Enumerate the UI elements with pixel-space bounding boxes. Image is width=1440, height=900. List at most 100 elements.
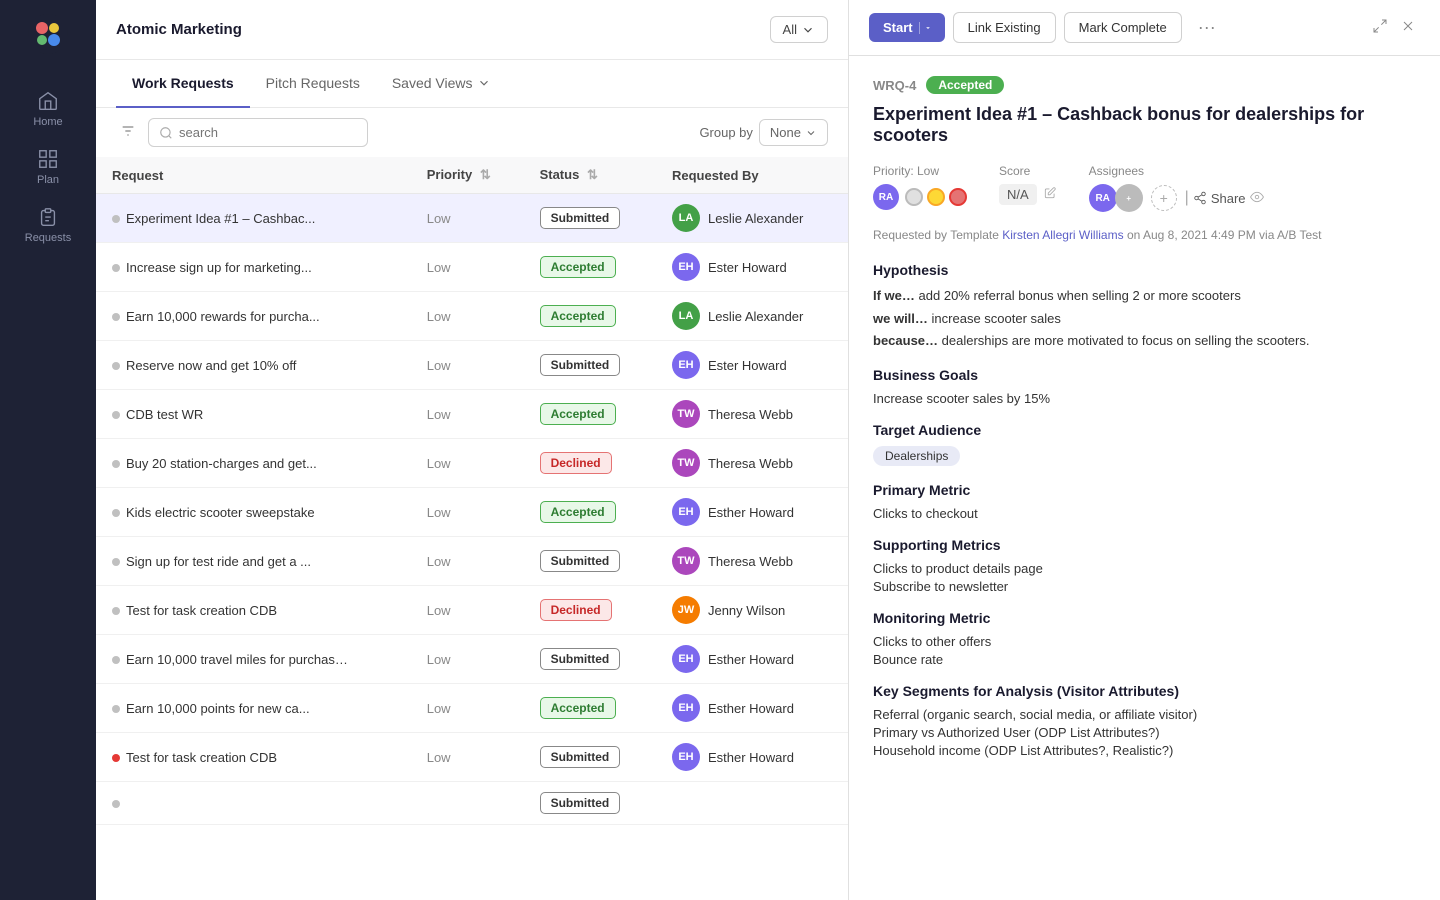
supporting-metric-2: Subscribe to newsletter <box>873 579 1416 594</box>
cell-priority: Low <box>411 243 524 292</box>
tab-work-requests[interactable]: Work Requests <box>116 60 250 108</box>
requester-avatar: EH <box>672 253 700 281</box>
requester-avatar: EH <box>672 694 700 722</box>
app-logo[interactable] <box>26 12 70 56</box>
search-input[interactable] <box>179 125 339 140</box>
table-row[interactable]: Test for task creation CDBLowDeclinedJWJ… <box>96 586 848 635</box>
requested-by-cell: JWJenny Wilson <box>672 596 832 624</box>
status-badge: Submitted <box>540 746 621 768</box>
requester-name: Theresa Webb <box>708 456 793 471</box>
table-row[interactable]: Earn 10,000 travel miles for purchas…Low… <box>96 635 848 684</box>
panel-close-button[interactable] <box>1396 14 1420 41</box>
cell-requested-by: EHEster Howard <box>656 341 848 390</box>
hypothesis-if-line: If we… add 20% referral bonus when selli… <box>873 286 1416 306</box>
supporting-metrics-section-title: Supporting Metrics <box>873 537 1416 553</box>
main-content: Atomic Marketing All Work Requests Pitch… <box>96 0 848 900</box>
table-header-row: Request Priority ⇅ Status ⇅ Requested By <box>96 157 848 194</box>
filter-toggle-button[interactable] <box>116 119 140 146</box>
primary-metric-text: Clicks to checkout <box>873 506 1416 521</box>
sidebar-item-home[interactable]: Home <box>0 80 96 138</box>
group-by-dropdown[interactable]: None <box>759 119 828 146</box>
wrq-id: WRQ-4 <box>873 78 916 93</box>
cell-priority: Low <box>411 439 524 488</box>
priority-section: Priority: Low RA <box>873 164 967 210</box>
table-row[interactable]: Experiment Idea #1 – Cashbac...LowSubmit… <box>96 194 848 243</box>
score-section: Score N/A <box>999 164 1057 205</box>
priority-dot <box>112 558 120 566</box>
cell-requested-by: TWTheresa Webb <box>656 537 848 586</box>
cell-priority: Low <box>411 537 524 586</box>
requests-table-container: Request Priority ⇅ Status ⇅ Requested By <box>96 157 848 900</box>
cell-request: Test for task creation CDB <box>96 733 411 782</box>
col-status[interactable]: Status ⇅ <box>524 157 656 194</box>
requester-name: Ester Howard <box>708 358 787 373</box>
tab-saved-views[interactable]: Saved Views <box>376 60 507 108</box>
chevron-down-icon <box>801 23 815 37</box>
priority-dot <box>112 411 120 419</box>
col-priority[interactable]: Priority ⇅ <box>411 157 524 194</box>
status-badge: Accepted <box>540 403 616 425</box>
panel-more-button[interactable]: ··· <box>1190 13 1224 42</box>
score-value: N/A <box>999 184 1037 205</box>
status-badge: Accepted <box>540 305 616 327</box>
requester-name: Esther Howard <box>708 652 794 667</box>
priority-dot <box>112 460 120 468</box>
priority-dot <box>112 215 120 223</box>
requester-avatar: EH <box>672 498 700 526</box>
sidebar-plan-label: Plan <box>37 174 59 186</box>
add-assignee-button[interactable]: + <box>1151 185 1177 211</box>
requested-by-cell: TWTheresa Webb <box>672 400 832 428</box>
table-row[interactable]: CDB test WRLowAcceptedTWTheresa Webb <box>96 390 848 439</box>
visibility-button[interactable] <box>1250 190 1264 207</box>
business-goals-text: Increase scooter sales by 15% <box>873 391 1416 406</box>
start-button[interactable]: Start <box>869 13 945 42</box>
table-row[interactable]: Sign up for test ride and get a ...LowSu… <box>96 537 848 586</box>
topbar: Atomic Marketing All <box>96 0 848 60</box>
expand-icon <box>1372 18 1388 34</box>
link-existing-button[interactable]: Link Existing <box>953 12 1056 43</box>
cell-request <box>96 782 411 825</box>
requester-avatar: LA <box>672 204 700 232</box>
priority-circle-3 <box>949 188 967 206</box>
business-goals-section-title: Business Goals <box>873 367 1416 383</box>
requester-avatar: EH <box>672 645 700 673</box>
cell-request: Sign up for test ride and get a ... <box>96 537 411 586</box>
filter-dropdown[interactable]: All <box>770 16 828 43</box>
sidebar-item-plan[interactable]: Plan <box>0 138 96 196</box>
sidebar-requests-label: Requests <box>25 232 71 244</box>
cell-status: Submitted <box>524 733 656 782</box>
priority-dot <box>112 607 120 615</box>
monitoring-metric-section-title: Monitoring Metric <box>873 610 1416 626</box>
requester-name: Leslie Alexander <box>708 211 803 226</box>
tab-pitch-requests[interactable]: Pitch Requests <box>250 60 376 108</box>
status-badge: Accepted <box>540 697 616 719</box>
cell-status: Submitted <box>524 194 656 243</box>
key-segment-3: Household income (ODP List Attributes?, … <box>873 743 1416 758</box>
assignees-section: Assignees RA + + | Share <box>1089 164 1264 212</box>
status-badge: Declined <box>540 452 612 474</box>
filter-icon <box>120 123 136 139</box>
panel-expand-button[interactable] <box>1368 14 1392 41</box>
cell-status: Declined <box>524 586 656 635</box>
table-row[interactable]: Reserve now and get 10% offLowSubmittedE… <box>96 341 848 390</box>
table-row[interactable]: Earn 10,000 rewards for purcha...LowAcce… <box>96 292 848 341</box>
cell-requested-by: TWTheresa Webb <box>656 390 848 439</box>
priority-dot <box>112 754 120 762</box>
mark-complete-button[interactable]: Mark Complete <box>1064 12 1182 43</box>
requester-avatar: EH <box>672 743 700 771</box>
table-row[interactable]: Test for task creation CDBLowSubmittedEH… <box>96 733 848 782</box>
requester-name-link[interactable]: Kirsten Allegri Williams <box>1002 228 1123 242</box>
table-row[interactable]: Increase sign up for marketing...LowAcce… <box>96 243 848 292</box>
requester-avatar: TW <box>672 400 700 428</box>
requester-name: Theresa Webb <box>708 554 793 569</box>
cell-status: Accepted <box>524 684 656 733</box>
tabs-bar: Work Requests Pitch Requests Saved Views <box>96 60 848 108</box>
share-button[interactable]: Share <box>1193 191 1246 206</box>
table-row[interactable]: Kids electric scooter sweepstakeLowAccep… <box>96 488 848 537</box>
table-row[interactable]: Submitted <box>96 782 848 825</box>
table-body: Experiment Idea #1 – Cashbac...LowSubmit… <box>96 194 848 825</box>
table-row[interactable]: Earn 10,000 points for new ca...LowAccep… <box>96 684 848 733</box>
table-row[interactable]: Buy 20 station-charges and get...LowDecl… <box>96 439 848 488</box>
score-edit-button[interactable] <box>1043 186 1057 203</box>
sidebar-item-requests[interactable]: Requests <box>0 196 96 254</box>
